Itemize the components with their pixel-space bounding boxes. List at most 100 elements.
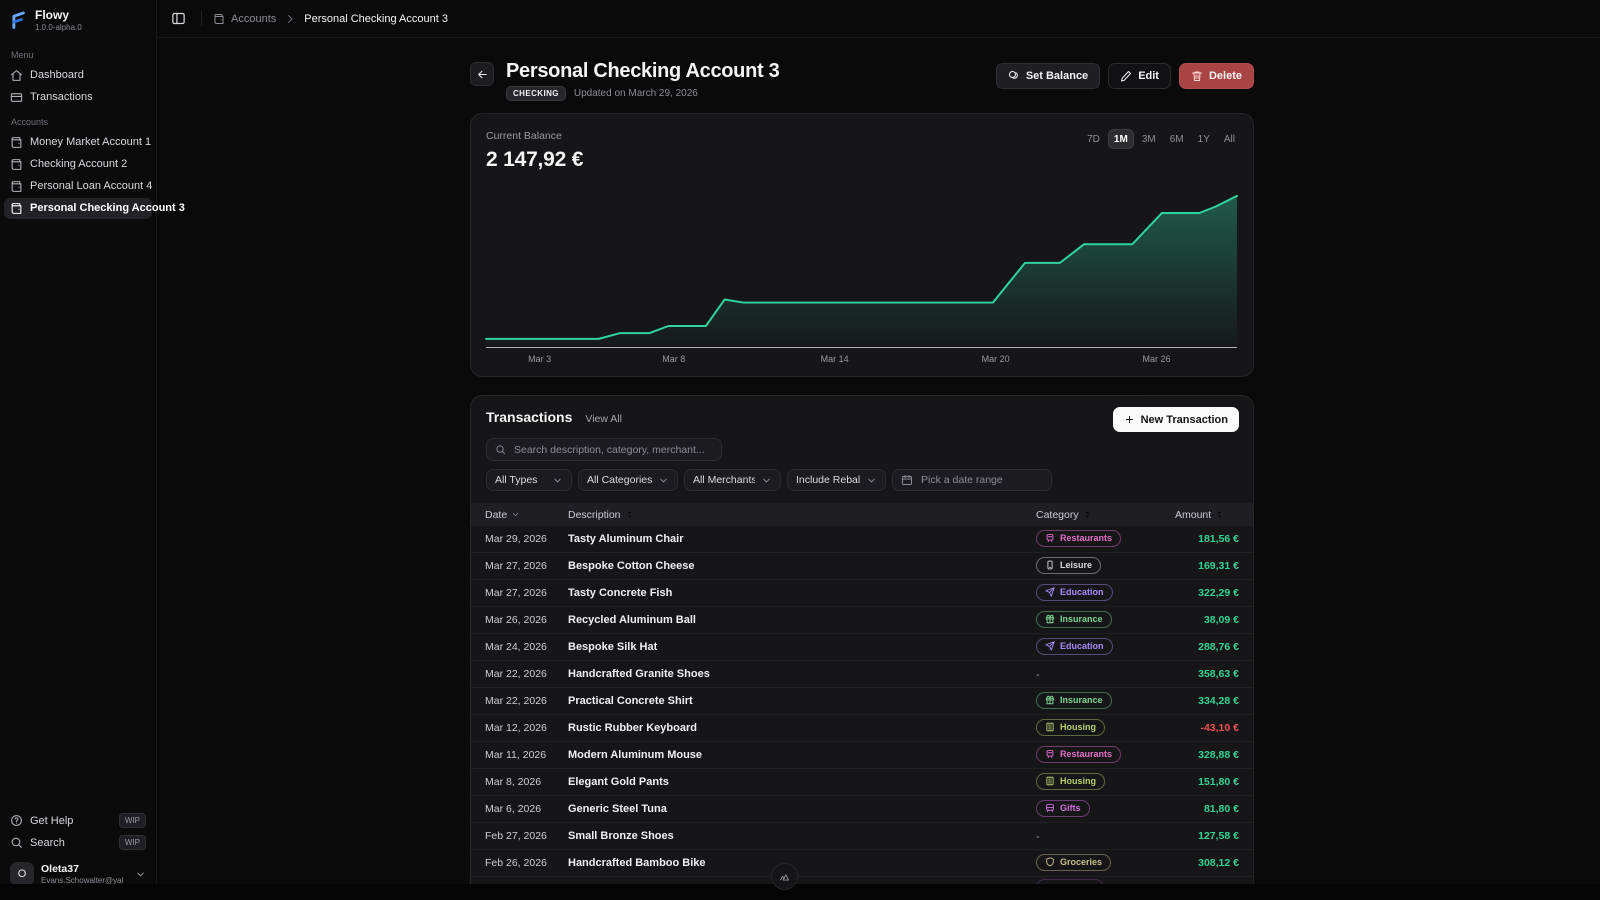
back-button[interactable] [470, 62, 494, 86]
sidebar-footer-list: Get Help WIP Search WIP [0, 809, 156, 854]
house-icon [10, 69, 23, 82]
insurance-icon [1045, 614, 1055, 624]
transaction-amount: 288,76 € [1175, 641, 1239, 653]
calendar-icon [901, 474, 913, 486]
transactions-card: Transactions View All New Transaction Al… [470, 395, 1254, 889]
transaction-row[interactable]: Mar 26, 2026 Recycled Aluminum Ball Insu… [471, 607, 1253, 634]
panel-toggle-icon [171, 11, 186, 26]
account-detail-page: Personal Checking Account 3 CHECKING Upd… [470, 38, 1254, 889]
transaction-date: Mar 12, 2026 [485, 722, 568, 734]
transaction-description: Bespoke Cotton Cheese [568, 560, 1036, 572]
delete-button[interactable]: Delete [1179, 63, 1254, 89]
transaction-amount: 358,63 € [1175, 668, 1239, 680]
transaction-amount: 322,29 € [1175, 587, 1239, 599]
transaction-search [486, 438, 722, 461]
transaction-row[interactable]: Mar 24, 2026 Bespoke Silk Hat Education … [471, 634, 1253, 661]
category-badge-restaurants: Restaurants [1036, 530, 1121, 547]
sidebar-item-personal-checking-account-3[interactable]: Personal Checking Account 3 [4, 198, 152, 219]
chevron-down-icon [866, 475, 877, 486]
sidebar-item-get-help[interactable]: Get Help WIP [4, 810, 152, 831]
transaction-date: Mar 27, 2026 [485, 587, 568, 599]
leisure-icon [1045, 560, 1055, 570]
search-input[interactable] [512, 443, 713, 457]
range-button-all[interactable]: All [1218, 129, 1241, 149]
transaction-description: Elegant Gold Pants [568, 776, 1036, 788]
chevron-down-icon [135, 869, 146, 880]
edit-button[interactable]: Edit [1108, 63, 1171, 89]
filter-all-merchants[interactable]: All Merchants [684, 469, 781, 491]
wallet-icon [10, 202, 23, 215]
credit-card-icon [10, 91, 23, 104]
x-axis-tick: Mar 26 [1143, 354, 1171, 364]
sidebar-item-money-market-account-1[interactable]: Money Market Account 1 [4, 132, 152, 153]
transaction-row[interactable]: Mar 22, 2026 Practical Concrete Shirt In… [471, 688, 1253, 715]
sidebar-item-checking-account-2[interactable]: Checking Account 2 [4, 154, 152, 175]
transaction-description: Recycled Aluminum Ball [568, 614, 1036, 626]
plus-icon [1124, 414, 1135, 425]
transaction-row[interactable]: Mar 8, 2026 Elegant Gold Pants Housing 1… [471, 769, 1253, 796]
column-header-amount[interactable]: Amount [1175, 509, 1250, 521]
transactions-title: Transactions [486, 409, 572, 425]
filter-include-rebalance[interactable]: Include Rebalance [787, 469, 886, 491]
wallet-icon [10, 136, 23, 149]
set-balance-button[interactable]: Set Balance [996, 63, 1100, 89]
transaction-row[interactable]: Mar 6, 2026 Generic Steel Tuna Gifts 81,… [471, 796, 1253, 823]
chevron-right-icon [284, 13, 296, 25]
view-all-link[interactable]: View All [585, 413, 622, 425]
sidebar-item-transactions[interactable]: Transactions [4, 87, 152, 108]
filter-all-types[interactable]: All Types [486, 469, 572, 491]
column-header-date[interactable]: Date [485, 509, 568, 521]
new-transaction-button[interactable]: New Transaction [1113, 407, 1239, 432]
app-logo-block[interactable]: Flowy 1.0.0-alpha.0 [0, 0, 156, 42]
date-range-picker[interactable]: Pick a date range [892, 469, 1052, 491]
transaction-amount: 151,80 € [1175, 776, 1239, 788]
topbar-divider [201, 11, 202, 26]
category-badge-gifts: Gifts [1036, 800, 1090, 817]
devtools-toggle[interactable] [771, 863, 798, 890]
transaction-date: Mar 6, 2026 [485, 803, 568, 815]
transaction-amount: 308,12 € [1175, 857, 1239, 869]
column-header-description[interactable]: Description [568, 509, 1036, 521]
transaction-row[interactable]: Mar 12, 2026 Rustic Rubber Keyboard Hous… [471, 715, 1253, 742]
transaction-description: Tasty Concrete Fish [568, 587, 1036, 599]
transaction-row[interactable]: Mar 11, 2026 Modern Aluminum Mouse Resta… [471, 742, 1253, 769]
breadcrumb-current: Personal Checking Account 3 [304, 13, 448, 25]
transaction-amount: 38,09 € [1175, 614, 1239, 626]
transaction-date: Mar 11, 2026 [485, 749, 568, 761]
chevron-down-icon [511, 510, 520, 519]
range-button-1y[interactable]: 1Y [1192, 129, 1216, 149]
range-button-6m[interactable]: 6M [1164, 129, 1190, 149]
transaction-row[interactable]: Feb 27, 2026 Small Bronze Shoes - 127,58… [471, 823, 1253, 850]
insurance-icon [1045, 695, 1055, 705]
filter-all-categories[interactable]: All Categories [578, 469, 678, 491]
transaction-row[interactable]: Mar 27, 2026 Bespoke Cotton Cheese Leisu… [471, 553, 1253, 580]
pencil-icon [1120, 70, 1132, 82]
transaction-amount: 328,88 € [1175, 749, 1239, 761]
transaction-date: Feb 26, 2026 [485, 857, 568, 869]
transaction-row[interactable]: Mar 29, 2026 Tasty Aluminum Chair Restau… [471, 526, 1253, 553]
range-button-3m[interactable]: 3M [1136, 129, 1162, 149]
range-button-7d[interactable]: 7D [1081, 129, 1106, 149]
balance-value: 2 147,92 € [486, 148, 583, 172]
sort-icon [1083, 510, 1092, 519]
sidebar-accounts-list: Money Market Account 1 Checking Account … [0, 131, 156, 220]
sidebar-item-personal-loan-account-4[interactable]: Personal Loan Account 4 [4, 176, 152, 197]
sidebar-item-dashboard[interactable]: Dashboard [4, 65, 152, 86]
transaction-row[interactable]: Mar 22, 2026 Handcrafted Granite Shoes -… [471, 661, 1253, 688]
user-name: Oleta37 [41, 863, 123, 876]
category-badge-insurance: Insurance [1036, 611, 1112, 628]
transaction-date: Mar 8, 2026 [485, 776, 568, 788]
column-header-category[interactable]: Category [1036, 509, 1175, 521]
breadcrumb-accounts[interactable]: Accounts [213, 13, 276, 25]
transaction-row[interactable]: Mar 27, 2026 Tasty Concrete Fish Educati… [471, 580, 1253, 607]
sort-icon [625, 510, 634, 519]
updated-text: Updated on March 29, 2026 [574, 88, 698, 99]
range-button-1m[interactable]: 1M [1108, 129, 1134, 149]
transaction-row[interactable]: Feb 26, 2026 Handcrafted Bamboo Bike Gro… [471, 850, 1253, 877]
table-body: Mar 29, 2026 Tasty Aluminum Chair Restau… [471, 526, 1253, 889]
category-badge-restaurants: Restaurants [1036, 746, 1121, 763]
transaction-amount: 127,58 € [1175, 830, 1239, 842]
sidebar-toggle-button[interactable] [166, 7, 190, 31]
arrow-left-icon [476, 68, 489, 81]
sidebar-item-search[interactable]: Search WIP [4, 832, 152, 853]
